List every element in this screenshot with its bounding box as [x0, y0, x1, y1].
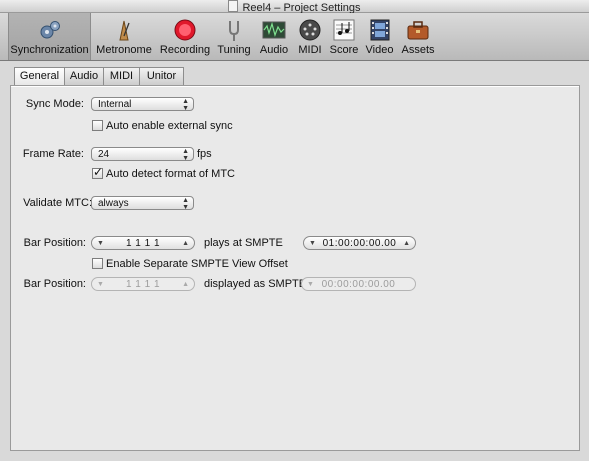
preferences-toolbar: Synchronization Metronome Recording Tuni… — [0, 13, 589, 61]
sync-mode-label: Sync Mode: — [25, 98, 84, 110]
bar-position-stepper[interactable]: ▼ 1 1 1 1 ▲ — [91, 236, 195, 250]
toolbar-item-metronome[interactable]: Metronome — [94, 13, 154, 60]
validate-mtc-popup[interactable]: always ▲ ▼ — [91, 196, 194, 211]
increment-arrow-icon[interactable]: ▲ — [182, 278, 189, 292]
toolbar-label: Tuning — [217, 44, 251, 56]
frame-rate-unit: fps — [197, 148, 212, 160]
toolbar-label: Synchronization — [10, 44, 89, 56]
score-notes-icon — [333, 19, 355, 41]
tab-general[interactable]: General — [14, 67, 65, 86]
decrement-arrow-icon[interactable]: ▼ — [97, 278, 104, 292]
separate-smpte-offset-checkbox[interactable] — [92, 258, 103, 269]
document-icon — [228, 0, 239, 12]
updown-arrows-icon: ▲ ▼ — [182, 98, 189, 112]
toolbar-label: Metronome — [96, 44, 152, 56]
toolbar-item-tuning[interactable]: Tuning — [215, 13, 253, 60]
auto-detect-mtc-checkbox[interactable] — [92, 165, 103, 179]
validate-mtc-value: always — [98, 198, 129, 209]
sync-mode-popup[interactable]: Internal ▲ ▼ — [91, 97, 194, 112]
midi-port-icon — [299, 19, 321, 41]
toolbar-label: Recording — [159, 44, 211, 56]
tuning-fork-icon — [229, 21, 239, 41]
validate-mtc-label: Validate MTC: — [23, 197, 92, 209]
general-pane: Sync Mode: Internal ▲ ▼ Auto enable exter… — [10, 85, 580, 451]
toolbar-item-midi[interactable]: MIDI — [295, 13, 325, 60]
film-strip-icon — [370, 19, 389, 41]
smpte-view-value: 00:00:00:00.00 — [321, 279, 396, 290]
smpte-stepper[interactable]: ▼ 01:00:00:00.00 ▲ — [303, 236, 416, 250]
decrement-arrow-icon[interactable]: ▼ — [97, 237, 104, 251]
toolbar-item-audio[interactable]: Audio — [257, 13, 291, 60]
frame-rate-value: 24 — [98, 149, 110, 160]
bar-position-view-stepper[interactable]: ▼ 1 1 1 1 ▲ — [91, 277, 195, 291]
smpte-view-stepper[interactable]: ▼ 00:00:00:00.00 — [301, 277, 416, 291]
increment-arrow-icon[interactable]: ▲ — [182, 237, 189, 251]
frame-rate-popup[interactable]: 24 ▲ ▼ — [91, 147, 194, 162]
bar-position-value: 1 1 1 1 — [125, 238, 161, 249]
tab-audio[interactable]: Audio — [64, 67, 104, 85]
bar-position-view-value: 1 1 1 1 — [125, 279, 161, 290]
decrement-arrow-icon[interactable]: ▼ — [309, 237, 316, 251]
window-titlebar: Reel4 – Project Settings — [0, 0, 589, 14]
auto-detect-mtc-label: Auto detect format of MTC — [106, 168, 235, 180]
toolbar-label: Score — [329, 44, 359, 56]
toolbar-item-score[interactable]: Score — [328, 13, 360, 60]
toolbar-item-video[interactable]: Video — [363, 13, 396, 60]
record-icon — [174, 19, 196, 41]
toolbar-item-synchronization[interactable]: Synchronization — [8, 13, 91, 60]
briefcase-icon — [407, 21, 429, 40]
bar-position-label: Bar Position: — [23, 278, 86, 290]
auto-enable-external-sync-checkbox[interactable] — [92, 120, 103, 131]
toolbar-label: Video — [365, 44, 394, 56]
auto-enable-external-sync-label: Auto enable external sync — [106, 120, 233, 132]
increment-arrow-icon[interactable]: ▲ — [403, 237, 410, 251]
bar-position-label: Bar Position: — [23, 237, 86, 249]
toolbar-item-recording[interactable]: Recording — [158, 13, 212, 60]
frame-rate-label: Frame Rate: — [22, 148, 84, 160]
displayed-as-smpte-label: displayed as SMPTE — [204, 278, 307, 290]
updown-arrows-icon: ▲ ▼ — [182, 197, 189, 211]
toolbar-label: MIDI — [298, 44, 322, 56]
tab-unitor[interactable]: Unitor — [139, 67, 184, 85]
sync-mode-value: Internal — [98, 99, 132, 110]
audio-waveform-icon — [262, 21, 286, 39]
toolbar-label: Assets — [401, 44, 435, 56]
updown-arrows-icon: ▲ ▼ — [182, 148, 189, 162]
toolbar-item-assets[interactable]: Assets — [400, 13, 436, 60]
toolbar-label: Audio — [259, 44, 289, 56]
metronome-icon — [119, 20, 130, 41]
tab-midi[interactable]: MIDI — [103, 67, 140, 85]
plays-at-smpte-label: plays at SMPTE — [204, 237, 283, 249]
separate-smpte-offset-label: Enable Separate SMPTE View Offset — [106, 258, 288, 270]
gears-icon — [40, 21, 60, 39]
decrement-arrow-icon[interactable]: ▼ — [307, 278, 314, 292]
smpte-value: 01:00:00:00.00 — [322, 238, 397, 249]
